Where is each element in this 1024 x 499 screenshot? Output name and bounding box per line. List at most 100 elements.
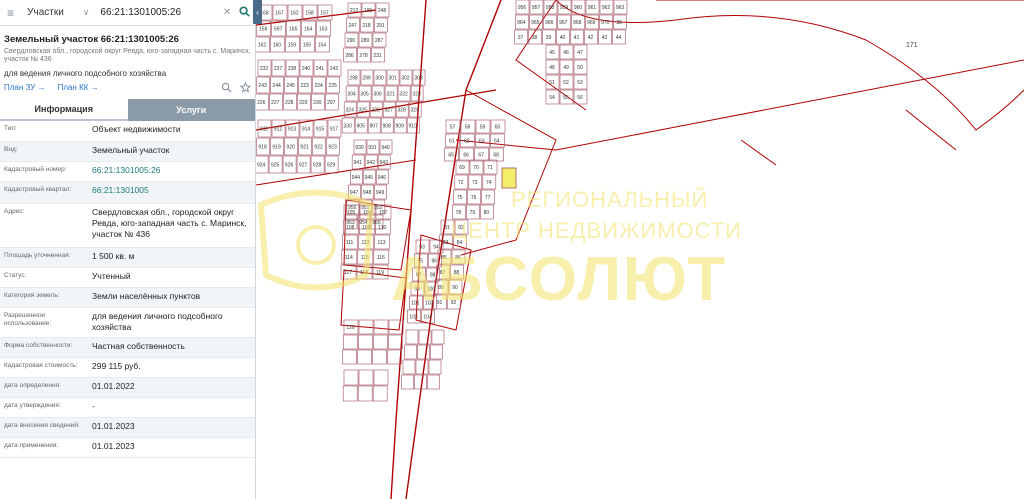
clear-icon[interactable]: ✕ <box>220 7 233 18</box>
tab-info[interactable]: Информация <box>0 99 128 121</box>
parcel-number: 287 <box>375 38 384 44</box>
table-row: Кадастровая стоимость: 299 115 руб. <box>0 357 255 378</box>
table-row: Кадастровый номер: 66:21:1301005:26 <box>0 161 255 182</box>
parcel-number: 53 <box>577 80 583 86</box>
parcel-number: 241 <box>316 66 325 72</box>
parcel-number: 238 <box>288 66 297 72</box>
parcel-number: 52 <box>563 80 569 86</box>
layer-select[interactable]: Участки <box>21 7 83 18</box>
search-button[interactable] <box>234 5 255 20</box>
plan-zu-link[interactable]: План ЗУ → <box>4 83 46 92</box>
parcel-number: 113 <box>378 240 386 246</box>
parcel[interactable] <box>372 349 387 365</box>
menu-icon[interactable]: ≡ <box>0 6 21 20</box>
parcel-number: 912 <box>274 127 283 133</box>
parcel[interactable] <box>404 344 417 360</box>
tab-services[interactable]: Услуги <box>127 99 255 121</box>
parcel-number: 923 <box>328 145 337 151</box>
parcel-number: 970 <box>601 20 610 26</box>
parcel-number: 243 <box>258 83 267 89</box>
table-row: дата определения: 01.01.2022 <box>0 377 255 398</box>
parcel-number: 946 <box>378 175 387 181</box>
search-input[interactable] <box>96 7 221 18</box>
parcel[interactable] <box>415 359 429 375</box>
parcel[interactable] <box>342 385 358 402</box>
parcel[interactable] <box>373 369 389 386</box>
parcel[interactable] <box>358 334 373 350</box>
parcel-number: 162 <box>290 11 299 17</box>
cadastral-quarter-link[interactable]: 66:21:1301005 <box>86 181 255 204</box>
tabs: Информация Услуги <box>0 99 255 121</box>
cadastral-map[interactable]: 168 167 162 158 157156 597 165 164 163162 160 159 1… <box>256 0 1024 499</box>
parcel[interactable] <box>430 344 443 360</box>
parcel-number: 290 <box>347 38 356 44</box>
parcel[interactable] <box>427 374 440 390</box>
parcel[interactable] <box>414 374 427 390</box>
zoom-to-icon[interactable] <box>221 82 232 93</box>
parcel[interactable] <box>388 319 404 335</box>
parcel-number: 289 <box>361 38 370 44</box>
parcel-number: 959 <box>560 5 569 11</box>
table-row: Статус: Учтенный <box>0 267 255 288</box>
parcel[interactable] <box>405 329 419 345</box>
parcel[interactable] <box>387 349 402 365</box>
parcel-number: 905 <box>357 124 366 130</box>
parcel-number: 926 <box>285 163 294 169</box>
parcel-number: 305 <box>360 92 369 98</box>
parcel[interactable] <box>417 344 430 360</box>
parcel[interactable] <box>373 319 389 335</box>
plan-kk-link[interactable]: План КК → <box>58 83 99 92</box>
parcel[interactable] <box>428 359 442 375</box>
star-icon[interactable] <box>240 82 251 93</box>
watermark-emblem-icon <box>296 225 336 265</box>
parcel-number: 948 <box>363 190 372 196</box>
collapse-panel-button[interactable]: ‹ <box>253 0 262 24</box>
parcel-purpose: для ведения личного подсобного хозяйства <box>4 69 167 78</box>
parcel[interactable] <box>357 349 372 365</box>
parcel-number: 328 <box>398 108 407 114</box>
parcel-number: 36 <box>617 20 623 26</box>
parcel-address: Свердловская обл., городской округ Ревда… <box>4 48 251 63</box>
parcel-number: 949 <box>376 190 385 196</box>
parcel-number: 68 <box>493 153 499 159</box>
parcel[interactable] <box>342 349 357 365</box>
parcel[interactable] <box>372 385 388 402</box>
parcel-number: 325 <box>359 108 368 114</box>
parcel-number: 918 <box>258 145 267 151</box>
chevron-down-icon[interactable]: ∨ <box>83 7 96 18</box>
parcel-number: 60 <box>495 125 501 131</box>
cadastral-number-link[interactable]: 66:21:1301005:26 <box>86 161 255 182</box>
parcel[interactable] <box>373 334 388 350</box>
parcel[interactable] <box>431 329 445 345</box>
parcel-number: 228 <box>285 100 294 106</box>
parcel-number: 957 <box>532 5 541 11</box>
parcel-number: 165 <box>289 27 298 33</box>
map-boundary <box>740 139 777 166</box>
parcel-number: 321 <box>386 92 395 98</box>
parcel-number: 81 <box>444 225 450 231</box>
parcel[interactable] <box>401 374 414 390</box>
table-row: дата утверждения: - <box>0 397 255 418</box>
parcel[interactable] <box>358 369 374 386</box>
selected-parcel[interactable] <box>501 167 517 189</box>
info-panel: ≡ Участки ∨ ✕ Земельный участок 66:21:13… <box>0 0 256 499</box>
parcel-number: 231 <box>373 53 382 59</box>
parcel-number: 969 <box>587 20 596 26</box>
parcel-number: 77 <box>485 195 491 201</box>
parcel[interactable] <box>343 369 359 386</box>
parcel-number: 226 <box>257 100 266 106</box>
parcel-label-171: 171 <box>906 42 918 49</box>
parcel-number: 75 <box>457 195 463 201</box>
parcel[interactable] <box>343 334 358 350</box>
parcel-number: 909 <box>396 124 405 130</box>
parcel-number: 64 <box>494 139 500 145</box>
parcel-number: 195 <box>364 8 373 14</box>
watermark-line2: ЦЕНТР НЕДВИЖИМОСТИ <box>451 218 742 243</box>
parcel-number: 57 <box>450 125 456 131</box>
parcel[interactable] <box>388 334 403 350</box>
parcel-number: 920 <box>286 145 295 151</box>
parcel[interactable] <box>357 385 373 402</box>
parcel[interactable] <box>402 359 416 375</box>
parcel-number: 74 <box>486 180 492 186</box>
parcel-number: 962 <box>602 5 611 11</box>
